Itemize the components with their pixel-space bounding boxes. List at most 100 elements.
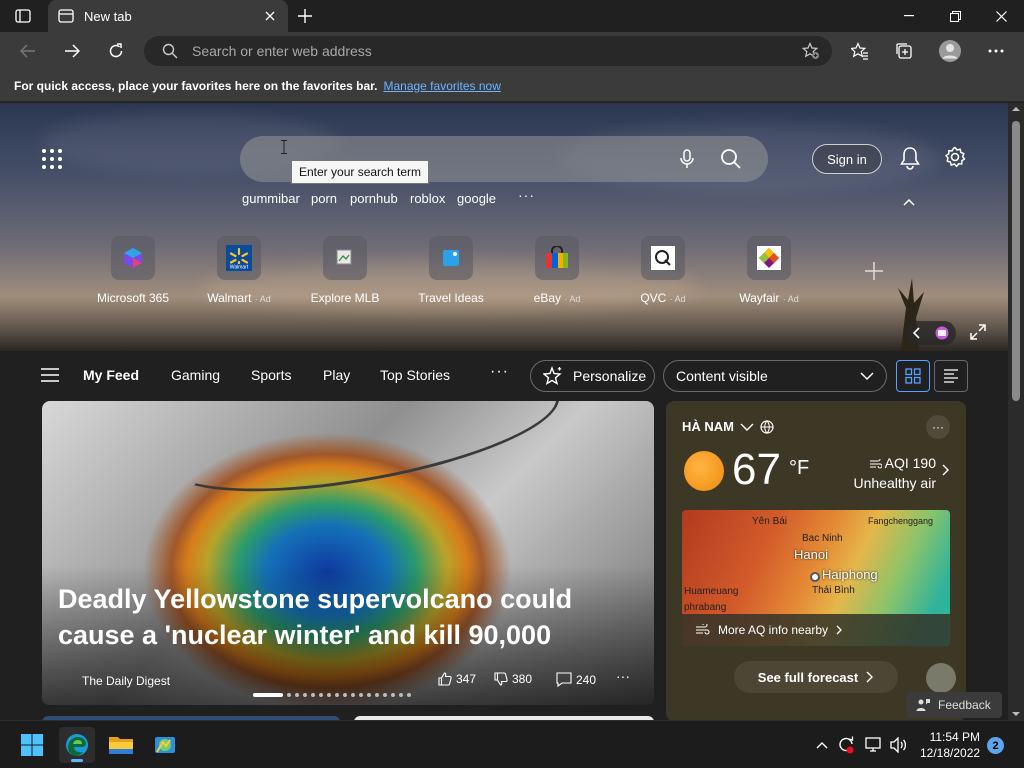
carousel-dot[interactable] xyxy=(335,693,339,697)
apps-grid-icon[interactable] xyxy=(40,147,64,171)
suggestion-chip[interactable]: pornhub xyxy=(350,191,398,206)
scroll-up-icon[interactable] xyxy=(1012,105,1020,113)
featured-story-card[interactable]: Deadly Yellowstone supervolcano could ca… xyxy=(42,401,654,705)
carousel-dot[interactable] xyxy=(383,693,387,697)
suggestion-chip[interactable]: google xyxy=(457,191,496,206)
dislike-button[interactable]: 380 xyxy=(494,672,532,686)
personalize-button[interactable]: Personalize xyxy=(530,360,655,392)
more-tabs-icon[interactable]: ··· xyxy=(490,363,509,381)
carousel-dot[interactable] xyxy=(343,693,347,697)
profile-avatar-icon[interactable] xyxy=(936,37,964,65)
carousel-dot[interactable] xyxy=(391,693,395,697)
carousel-dot[interactable] xyxy=(375,693,379,697)
settings-more-icon[interactable] xyxy=(982,37,1010,65)
more-suggestions-icon[interactable]: ··· xyxy=(518,187,535,203)
list-view-icon[interactable] xyxy=(934,360,968,392)
weather-more-options-icon[interactable]: ··· xyxy=(926,415,950,439)
carousel-dot[interactable] xyxy=(399,693,403,697)
weather-location-selector[interactable]: HÀ NAM xyxy=(682,419,774,434)
close-window-icon[interactable] xyxy=(978,0,1024,32)
quicklink-walmart[interactable]: Walmart Walmart · Ad xyxy=(189,236,289,305)
carousel-dot[interactable] xyxy=(287,693,291,697)
add-favorite-icon[interactable] xyxy=(800,40,822,62)
carousel-dot[interactable] xyxy=(253,693,283,697)
suggestion-chip[interactable]: roblox xyxy=(410,191,445,206)
back-icon[interactable] xyxy=(14,37,42,65)
close-tab-icon[interactable] xyxy=(258,4,282,28)
carousel-dot[interactable] xyxy=(359,693,363,697)
file-explorer-icon[interactable] xyxy=(103,727,139,763)
new-tab-button[interactable] xyxy=(294,5,316,27)
chevron-right-icon[interactable] xyxy=(942,464,950,476)
tab-sports[interactable]: Sports xyxy=(251,367,291,383)
background-info-icon[interactable] xyxy=(935,326,949,340)
comments-button[interactable]: 240 xyxy=(556,672,596,687)
quicklink-microsoft-365[interactable]: Microsoft 365 xyxy=(83,236,183,305)
favorites-icon[interactable] xyxy=(846,37,874,65)
carousel-dot[interactable] xyxy=(367,693,371,697)
forward-icon[interactable] xyxy=(58,37,86,65)
start-windows-icon[interactable] xyxy=(14,727,50,763)
manage-favorites-link[interactable]: Manage favorites now xyxy=(383,79,500,93)
page-scrollbar[interactable] xyxy=(1008,103,1024,720)
air-quality[interactable]: AQI 190 Unhealthy air xyxy=(854,453,937,493)
expand-background-icon[interactable] xyxy=(969,323,987,341)
notification-count-badge[interactable]: 2 xyxy=(987,737,1004,754)
carousel-dot[interactable] xyxy=(303,693,307,697)
story-source[interactable]: The Daily Digest xyxy=(82,674,170,688)
quicklink-qvc[interactable]: QVC · Ad xyxy=(613,236,713,305)
tab-top-stories[interactable]: Top Stories xyxy=(380,367,450,383)
scroll-thumb[interactable] xyxy=(1012,121,1020,401)
notifications-bell-icon[interactable] xyxy=(899,146,921,170)
microphone-icon[interactable] xyxy=(676,148,698,170)
carousel-dot[interactable] xyxy=(407,693,411,697)
air-quality-map[interactable]: Yên Bái Fangchenggang Bac Ninh Hanoi Hai… xyxy=(682,510,950,646)
volume-icon[interactable] xyxy=(889,735,909,755)
story-more-options-icon[interactable]: ··· xyxy=(616,668,630,684)
globe-icon[interactable] xyxy=(760,419,774,434)
sync-alert-icon[interactable] xyxy=(836,735,856,755)
tab-my-feed[interactable]: My Feed xyxy=(83,367,139,383)
quicklink-ebay[interactable]: eBay · Ad xyxy=(507,236,607,305)
quicklink-travel-ideas[interactable]: Travel Ideas xyxy=(401,236,501,305)
edge-browser-icon[interactable] xyxy=(59,727,95,763)
chevron-left-icon[interactable] xyxy=(913,327,921,339)
carousel-dot[interactable] xyxy=(327,693,331,697)
page-settings-gear-icon[interactable] xyxy=(944,146,966,168)
quicklink-wayfair[interactable]: Wayfair · Ad xyxy=(719,236,819,305)
tab-new-tab[interactable]: New tab xyxy=(48,0,288,32)
like-button[interactable]: 347 xyxy=(438,672,476,686)
see-full-forecast-button[interactable]: See full forecast xyxy=(734,661,898,693)
suggestion-chip[interactable]: porn xyxy=(311,191,337,206)
tab-play[interactable]: Play xyxy=(323,367,350,383)
more-aq-info-link[interactable]: More AQ info nearby xyxy=(682,614,950,646)
background-carousel-control[interactable] xyxy=(906,321,956,345)
sign-in-button[interactable]: Sign in xyxy=(812,144,882,174)
network-icon[interactable] xyxy=(864,735,884,755)
story-headline[interactable]: Deadly Yellowstone supervolcano could ca… xyxy=(58,581,618,653)
refresh-icon[interactable] xyxy=(102,37,130,65)
scroll-down-icon[interactable] xyxy=(1012,710,1020,718)
search-submit-icon[interactable] xyxy=(720,148,742,170)
collapse-chevron-up-icon[interactable] xyxy=(900,195,918,209)
grid-view-icon[interactable] xyxy=(896,360,930,392)
restore-icon[interactable] xyxy=(932,0,978,32)
address-bar[interactable]: Search or enter web address xyxy=(144,36,832,66)
carousel-dot[interactable] xyxy=(319,693,323,697)
carousel-dot[interactable] xyxy=(295,693,299,697)
collections-icon[interactable] xyxy=(890,37,918,65)
menu-hamburger-icon[interactable] xyxy=(41,368,59,384)
control-panel-icon[interactable] xyxy=(147,727,183,763)
add-quicklink-icon[interactable] xyxy=(864,261,886,283)
content-visibility-dropdown[interactable]: Content visible xyxy=(663,360,887,392)
suggestion-chip[interactable]: gummibar xyxy=(242,191,300,206)
tab-actions-icon[interactable] xyxy=(12,6,34,26)
show-hidden-icons-chevron-icon[interactable] xyxy=(812,735,832,755)
feedback-button[interactable]: Feedback xyxy=(906,692,1002,718)
temperature-unit[interactable]: °F xyxy=(789,457,809,480)
carousel-dot[interactable] xyxy=(311,693,315,697)
system-clock[interactable]: 11:54 PM 12/18/2022 xyxy=(920,729,980,761)
minimize-icon[interactable] xyxy=(886,0,932,32)
quicklink-explore-mlb[interactable]: Explore MLB xyxy=(295,236,395,305)
carousel-dot[interactable] xyxy=(351,693,355,697)
